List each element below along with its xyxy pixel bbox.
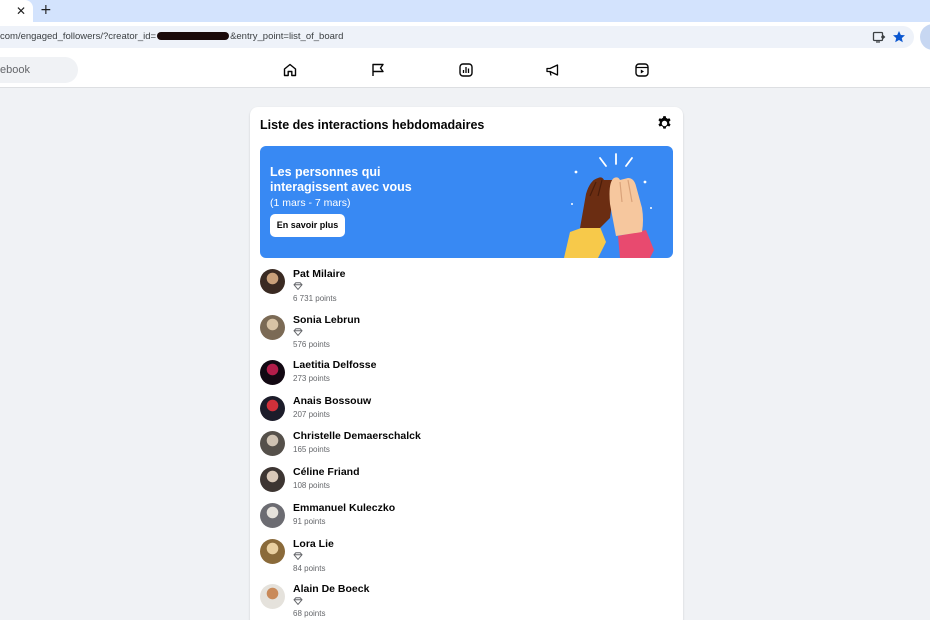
follower-name[interactable]: Laetitia Delfosse [293, 359, 376, 371]
browser-toolbar: com/engaged_followers/?creator_id= &entry… [0, 22, 930, 52]
megaphone-icon[interactable] [545, 62, 561, 78]
follower-row[interactable]: Christelle Demaerschalck 165 points [260, 429, 660, 467]
banner-title: Les personnes qui interagissent avec vou… [270, 165, 412, 194]
high-five-illustration [564, 153, 654, 258]
follower-points: 6 731 points [293, 294, 337, 303]
flag-icon[interactable] [370, 62, 386, 78]
follower-row[interactable]: Lora Lie 84 points [260, 537, 660, 575]
follower-name[interactable]: Sonia Lebrun [293, 314, 360, 326]
avatar[interactable] [260, 467, 285, 493]
follower-name[interactable]: Emmanuel Kuleczko [293, 502, 395, 514]
follower-points: 207 points [293, 409, 330, 419]
bookmark-star-icon[interactable] [892, 30, 906, 44]
follower-points: 68 points [293, 609, 326, 618]
follower-name[interactable]: Céline Friand [293, 466, 360, 478]
follower-row[interactable]: Anais Bossouw 207 points [260, 394, 660, 432]
avatar[interactable] [260, 584, 285, 609]
card-title: Liste des interactions hebdomadaires [260, 118, 485, 132]
new-tab-button[interactable]: + [40, 2, 52, 18]
reels-icon[interactable] [634, 62, 650, 78]
insights-icon[interactable] [458, 62, 474, 78]
follower-points: 273 points [293, 374, 330, 383]
follower-row[interactable]: Alain De Boeck 68 points [260, 582, 660, 620]
follower-points: 165 points [293, 445, 330, 455]
follower-points: 576 points [293, 339, 330, 349]
search-field-text: ebook [0, 64, 30, 76]
interactions-banner: Les personnes qui interagissent avec vou… [260, 146, 673, 258]
url-suffix: &entry_point=list_of_board [230, 31, 344, 42]
follower-name[interactable]: Pat Milaire [293, 268, 346, 280]
browser-tab-strip: ✕ + [0, 0, 930, 22]
avatar[interactable] [260, 538, 285, 564]
follower-row[interactable]: Laetitia Delfosse 273 points [260, 358, 660, 396]
follower-row[interactable]: Pat Milaire 6 731 points [260, 267, 660, 305]
follower-row[interactable]: Sonia Lebrun 576 points [260, 313, 660, 351]
follower-row[interactable]: Céline Friand 108 points [260, 465, 660, 503]
learn-more-button[interactable]: En savoir plus [270, 214, 345, 237]
follower-name[interactable]: Anais Bossouw [293, 395, 371, 407]
avatar[interactable] [260, 502, 285, 528]
follower-points: 84 points [293, 563, 326, 573]
browser-tab[interactable]: ✕ [0, 0, 33, 22]
follower-points: 108 points [293, 481, 330, 491]
follower-name[interactable]: Alain De Boeck [293, 583, 369, 595]
avatar[interactable] [260, 314, 285, 340]
avatar[interactable] [260, 269, 285, 294]
diamond-badge-icon [293, 282, 303, 290]
follower-points: 91 points [293, 516, 326, 526]
avatar[interactable] [260, 395, 285, 421]
redacted-id [157, 32, 230, 40]
url-text[interactable]: com/engaged_followers/?creator_id= &entry… [0, 31, 343, 43]
avatar[interactable] [260, 431, 285, 457]
follower-row[interactable]: Emmanuel Kuleczko 91 points [260, 501, 660, 539]
diamond-badge-icon [293, 327, 303, 336]
diamond-badge-icon [293, 551, 303, 560]
follower-name[interactable]: Lora Lie [293, 538, 334, 550]
diamond-badge-icon [293, 597, 303, 605]
home-icon[interactable] [282, 62, 298, 78]
avatar[interactable] [260, 360, 285, 385]
install-app-icon[interactable] [872, 30, 886, 44]
tab-close-icon[interactable]: ✕ [16, 3, 26, 19]
gear-icon[interactable] [656, 115, 673, 132]
follower-name[interactable]: Christelle Demaerschalck [293, 430, 421, 442]
banner-date-range: (1 mars - 7 mars) [270, 197, 351, 209]
url-prefix: com/engaged_followers/?creator_id= [0, 31, 157, 42]
weekly-interactions-card: Liste des interactions hebdomadaires Les… [250, 107, 683, 620]
